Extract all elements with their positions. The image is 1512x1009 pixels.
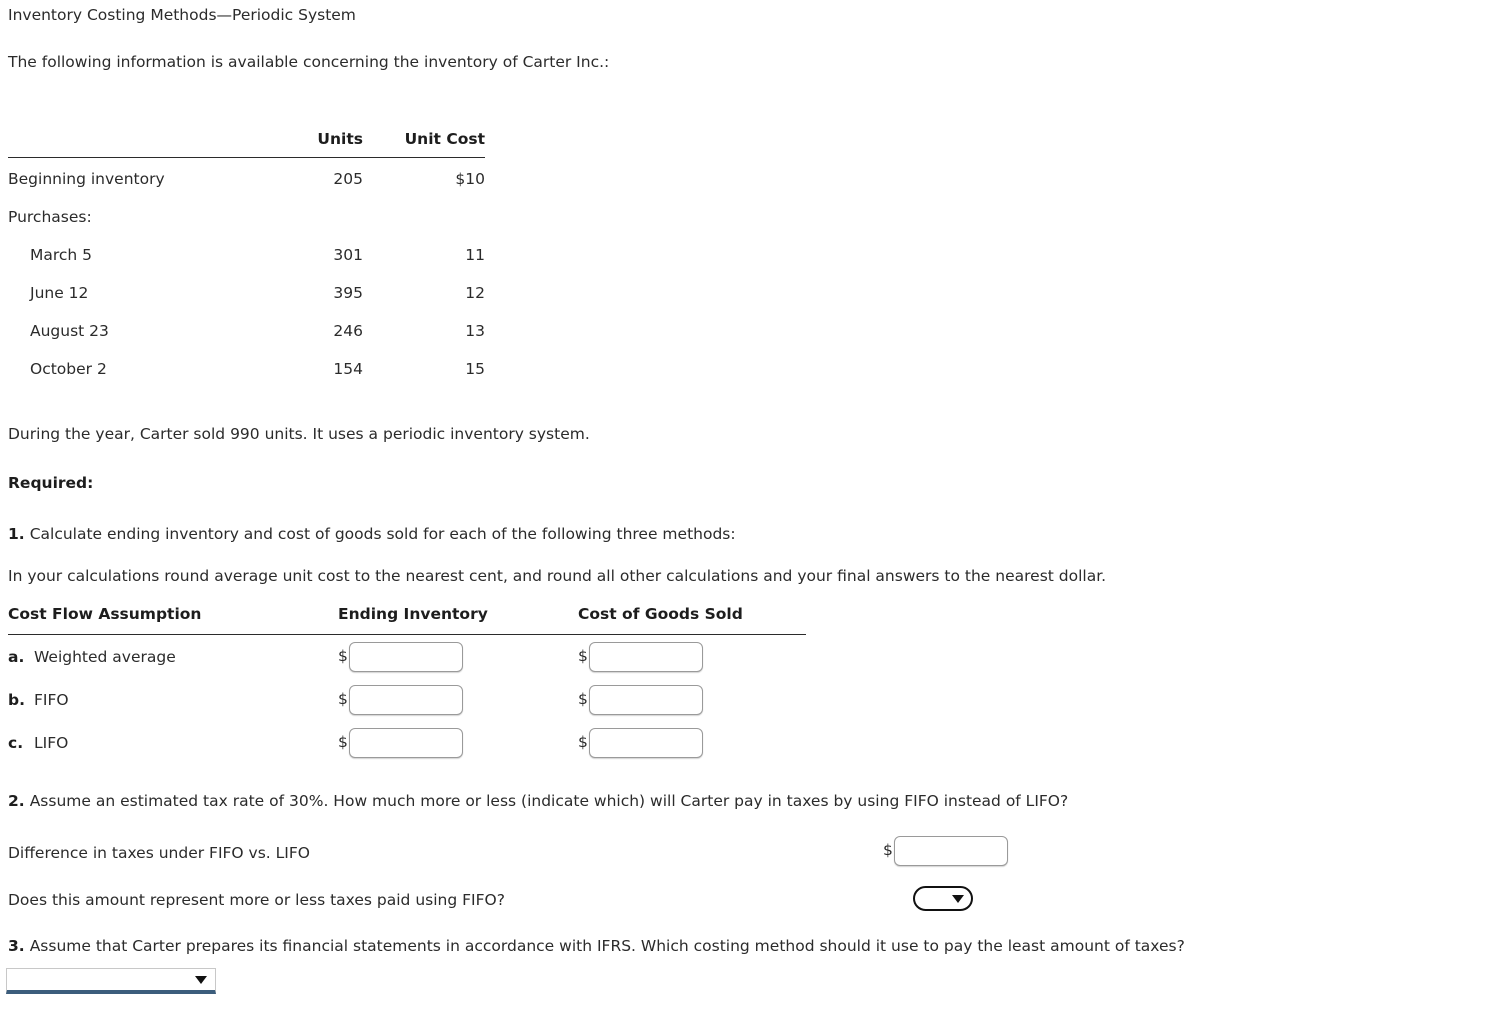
rounding-instructions: In your calculations round average unit … bbox=[8, 567, 1107, 585]
table-row: c. LIFO $ $ bbox=[8, 721, 806, 764]
answers-row-method-lifo: c. LIFO bbox=[8, 721, 338, 764]
currency-symbol: $ bbox=[338, 733, 348, 752]
inventory-row-units bbox=[251, 196, 363, 234]
currency-symbol: $ bbox=[578, 733, 588, 752]
question-3: 3. Assume that Carter prepares its financ… bbox=[8, 937, 1185, 955]
inventory-table: Units Unit Cost Beginning inventory 205 … bbox=[8, 130, 485, 386]
inventory-row-units: 395 bbox=[333, 284, 363, 302]
answers-table: Cost Flow Assumption Ending Inventory Co… bbox=[8, 605, 806, 764]
question-1-number: 1. bbox=[8, 525, 25, 543]
difference-in-taxes-field: $ bbox=[883, 836, 1008, 866]
currency-symbol: $ bbox=[338, 647, 348, 666]
inventory-row-label: June 12 bbox=[30, 284, 89, 302]
ending-inventory-input-fifo[interactable] bbox=[348, 685, 463, 715]
table-row: March 5 301 11 bbox=[8, 234, 485, 272]
inventory-row-label: Purchases: bbox=[8, 208, 92, 226]
currency-symbol: $ bbox=[578, 690, 588, 709]
inventory-row-label: Beginning inventory bbox=[8, 170, 165, 188]
inventory-row-unit-cost: 11 bbox=[465, 246, 485, 264]
money-group: $ bbox=[338, 685, 578, 715]
answers-row-method-label: FIFO bbox=[34, 691, 69, 709]
intro-text: The following information is available c… bbox=[8, 53, 610, 71]
money-group: $ bbox=[338, 728, 578, 758]
difference-in-taxes-input[interactable] bbox=[893, 836, 1008, 866]
answers-header-assumption: Cost Flow Assumption bbox=[8, 605, 338, 635]
currency-symbol: $ bbox=[338, 690, 348, 709]
cogs-input-lifo[interactable] bbox=[588, 728, 703, 758]
table-row: Purchases: bbox=[8, 196, 485, 234]
table-row: Beginning inventory 205 $10 bbox=[8, 158, 485, 197]
required-heading: Required: bbox=[8, 474, 94, 492]
answers-header-ending-inventory: Ending Inventory bbox=[338, 605, 578, 635]
inventory-row-units: 154 bbox=[333, 360, 363, 378]
difference-in-taxes-label: Difference in taxes under FIFO vs. LIFO bbox=[8, 844, 310, 862]
cogs-input-fifo[interactable] bbox=[588, 685, 703, 715]
chevron-down-icon bbox=[195, 975, 207, 984]
answers-row-letter: b. bbox=[8, 691, 25, 709]
inventory-row-unit-cost: $10 bbox=[455, 170, 485, 188]
question-3-number: 3. bbox=[8, 937, 25, 955]
money-group: $ bbox=[578, 642, 806, 672]
money-group: $ bbox=[578, 685, 806, 715]
answers-row-method-weighted-average: a. Weighted average bbox=[8, 635, 338, 679]
question-2-number: 2. bbox=[8, 792, 25, 810]
table-row: June 12 395 12 bbox=[8, 272, 485, 310]
chevron-down-icon bbox=[952, 894, 964, 903]
inventory-header-name bbox=[8, 130, 251, 158]
ending-inventory-input-weighted-average[interactable] bbox=[348, 642, 463, 672]
table-row: October 2 154 15 bbox=[8, 348, 485, 386]
inventory-row-unit-cost bbox=[363, 196, 485, 234]
costing-method-select[interactable] bbox=[6, 968, 216, 994]
worksheet-page: Inventory Costing Methods—Periodic Syste… bbox=[0, 0, 1512, 1009]
inventory-row-units: 246 bbox=[333, 322, 363, 340]
currency-symbol: $ bbox=[883, 841, 893, 860]
units-sold-note: During the year, Carter sold 990 units. … bbox=[8, 425, 590, 443]
table-row: August 23 246 13 bbox=[8, 310, 485, 348]
inventory-row-units: 205 bbox=[333, 170, 363, 188]
inventory-row-label: March 5 bbox=[30, 246, 93, 264]
ending-inventory-input-lifo[interactable] bbox=[348, 728, 463, 758]
cogs-input-weighted-average[interactable] bbox=[588, 642, 703, 672]
answers-row-method-label: LIFO bbox=[34, 734, 69, 752]
money-group: $ bbox=[338, 642, 578, 672]
answers-row-letter: a. bbox=[8, 648, 25, 666]
inventory-row-label: October 2 bbox=[30, 360, 107, 378]
more-or-less-label: Does this amount represent more or less … bbox=[8, 891, 505, 909]
page-title: Inventory Costing Methods—Periodic Syste… bbox=[8, 6, 356, 24]
inventory-header-units: Units bbox=[251, 130, 363, 158]
question-2: 2. Assume an estimated tax rate of 30%. H… bbox=[8, 792, 1069, 810]
question-2-text: Assume an estimated tax rate of 30%. How… bbox=[29, 792, 1069, 810]
inventory-row-label: August 23 bbox=[30, 322, 109, 340]
answers-row-method-fifo: b. FIFO bbox=[8, 678, 338, 721]
inventory-table-header-row: Units Unit Cost bbox=[8, 130, 485, 158]
answers-cell-cogs: $ bbox=[578, 678, 806, 721]
inventory-header-unit-cost: Unit Cost bbox=[363, 130, 485, 158]
inventory-row-unit-cost: 15 bbox=[465, 360, 485, 378]
inventory-row-units: 301 bbox=[333, 246, 363, 264]
answers-row-letter: c. bbox=[8, 734, 24, 752]
answers-table-header-row: Cost Flow Assumption Ending Inventory Co… bbox=[8, 605, 806, 635]
question-3-text: Assume that Carter prepares its financia… bbox=[29, 937, 1185, 955]
answers-cell-cogs: $ bbox=[578, 635, 806, 679]
question-1: 1. Calculate ending inventory and cost of… bbox=[8, 525, 736, 543]
more-or-less-select[interactable] bbox=[913, 886, 973, 911]
answers-cell-ending-inventory: $ bbox=[338, 721, 578, 764]
money-group: $ bbox=[578, 728, 806, 758]
answers-cell-ending-inventory: $ bbox=[338, 635, 578, 679]
inventory-row-unit-cost: 13 bbox=[465, 322, 485, 340]
answers-cell-ending-inventory: $ bbox=[338, 678, 578, 721]
answers-cell-cogs: $ bbox=[578, 721, 806, 764]
answers-row-method-label: Weighted average bbox=[34, 648, 176, 666]
table-row: a. Weighted average $ $ bbox=[8, 635, 806, 679]
inventory-row-unit-cost: 12 bbox=[465, 284, 485, 302]
question-1-text: Calculate ending inventory and cost of g… bbox=[29, 525, 736, 543]
answers-header-cogs: Cost of Goods Sold bbox=[578, 605, 806, 635]
table-row: b. FIFO $ $ bbox=[8, 678, 806, 721]
currency-symbol: $ bbox=[578, 647, 588, 666]
